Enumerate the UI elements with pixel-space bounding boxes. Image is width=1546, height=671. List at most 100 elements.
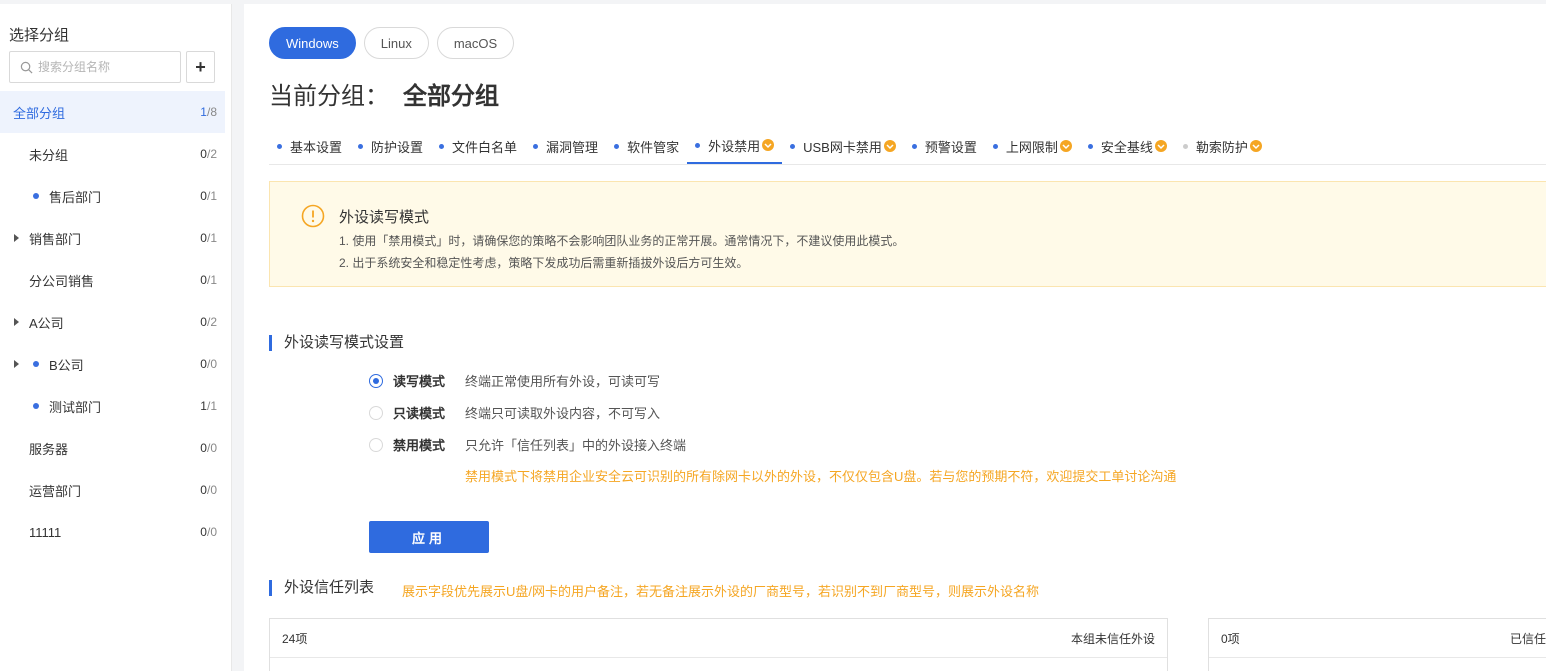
group-item[interactable]: 未分组 0/2 [0,133,225,175]
current-group-prefix: 当前分组： [269,83,389,110]
tab-peripheral-disable[interactable]: 外设禁用 [687,128,783,164]
group-count-b: /1 [206,399,217,413]
mode-option-disabled[interactable]: 禁用模式 只允许「信任列表」中的外设接入终端 [369,435,686,454]
expand-caret-icon[interactable] [14,318,19,326]
notice-box: 外设读写模式 1. 使用「禁用模式」时，请确保您的策略不会影响团队业务的正常开展… [269,181,1546,287]
vip-badge-icon [1059,140,1072,152]
status-dot-icon [439,143,445,149]
radio-read-only[interactable] [369,405,383,420]
group-label: 全部分组 [13,105,66,121]
os-tab-macos[interactable]: macOS [436,27,515,59]
trusted-count: 0项 [1221,631,1240,646]
apply-button[interactable]: 应用 [369,521,489,553]
group-label: 销售部门 [29,231,82,247]
tab-label: 外设禁用 [708,138,761,154]
group-item[interactable]: 11111 0/0 [0,511,225,553]
untrusted-label: 本组未信任外设 [1070,631,1155,646]
expand-caret-icon[interactable] [14,360,19,368]
group-count-b: /1 [206,273,217,287]
group-count: 1/1 [200,399,217,413]
page-title: 当前分组： 全部分组 [269,76,499,111]
tab-ransomware-protection[interactable]: 勒索防护 [1175,128,1270,164]
status-dot-icon [911,143,917,149]
notice-line: 2. 出于系统安全和稳定性考虑，策略下发成功后需重新插拔外设后方可生效。 [339,256,749,270]
group-label: 测试部门 [49,399,102,415]
notice-line: 1. 使用「禁用模式」时，请确保您的策略不会影响团队业务的正常开展。通常情况下，… [339,234,905,248]
tab-basic-settings[interactable]: 基本设置 [269,128,350,164]
group-item[interactable]: A公司 0/2 [0,301,225,343]
group-item[interactable]: 售后部门 0/1 [0,175,225,217]
os-tabs: Windows Linux macOS [269,27,522,59]
vip-badge-icon [883,140,896,152]
group-count: 0/0 [200,441,217,455]
status-dot-icon [992,143,998,149]
status-dot-icon [1182,143,1188,149]
untrusted-devices-panel: 24项 本组未信任外设 [269,618,1168,671]
group-count-a: 0 [200,357,207,371]
tab-label: 预警设置 [924,139,977,155]
mode-name: 只读模式 [393,406,446,421]
tab-security-baseline[interactable]: 安全基线 [1080,128,1175,164]
group-item[interactable]: B公司 0/0 [0,343,225,385]
mode-option-read-write[interactable]: 读写模式 终端正常使用所有外设，可读可写 [369,371,660,390]
mode-section-title: 外设读写模式设置 [269,335,404,351]
tab-internet-limit[interactable]: 上网限制 [985,128,1080,164]
group-label: 11111 [29,524,62,540]
group-count: 0/1 [200,189,217,203]
group-count-a: 0 [200,189,207,203]
group-count: 0/1 [200,273,217,287]
policy-tabs: 基本设置 防护设置 文件白名单 漏洞管理 软件管家 外设禁用 USB网卡禁用 预… [269,128,1546,165]
status-dot-icon [533,143,539,149]
radio-read-write[interactable] [369,373,383,388]
tab-label: 文件白名单 [452,139,518,155]
status-dot-icon [358,143,364,149]
status-dot-icon [277,143,282,149]
tab-software-manager[interactable]: 软件管家 [606,128,687,164]
group-search-input[interactable] [38,60,178,74]
panel-header: 0项 已信任 [1209,619,1546,658]
tab-label: 安全基线 [1100,139,1153,155]
sidebar-title: 选择分组 [9,27,70,44]
group-count-b: /0 [206,441,217,455]
trusted-label: 已信任 [1509,631,1546,646]
group-item[interactable]: 销售部门 0/1 [0,217,225,259]
add-group-button[interactable]: + [186,51,215,83]
group-count: 0/2 [200,315,217,329]
os-tab-windows[interactable]: Windows [269,27,356,59]
tab-label: 基本设置 [290,139,343,155]
trusted-devices-panel: 0项 已信任 [1208,618,1546,671]
group-count: 0/2 [200,147,217,161]
group-item[interactable]: 运营部门 0/0 [0,469,225,511]
tab-protection-settings[interactable]: 防护设置 [350,128,431,164]
tab-vulnerability[interactable]: 漏洞管理 [525,128,606,164]
group-label: 售后部门 [49,189,102,205]
tab-label: 上网限制 [1005,139,1058,155]
group-count-b: /2 [206,315,217,329]
tab-usb-nic-disable[interactable]: USB网卡禁用 [782,128,904,164]
tab-alert-settings[interactable]: 预警设置 [904,128,985,164]
tab-label: 漏洞管理 [546,139,599,155]
trust-section-hint: 展示字段优先展示U盘/网卡的用户备注，若无备注展示外设的厂商型号，若识别不到厂商… [402,584,1040,599]
group-count: 0/1 [200,231,217,245]
group-count-b: /1 [206,189,217,203]
tab-label: 软件管家 [627,139,680,155]
os-tab-linux[interactable]: Linux [363,27,429,59]
group-count: 0/0 [200,483,217,497]
warning-icon [301,204,325,228]
current-group-name: 全部分组 [403,83,499,110]
group-count-a: 0 [200,441,207,455]
vip-badge-icon [1154,140,1167,152]
expand-caret-icon[interactable] [14,234,19,242]
group-item[interactable]: 分公司销售 0/1 [0,259,225,301]
radio-disabled[interactable] [369,437,383,452]
group-item-all[interactable]: 全部分组 1/8 [0,91,225,133]
policy-dot-icon [33,193,39,199]
group-item[interactable]: 测试部门 1/1 [0,385,225,427]
group-item[interactable]: 服务器 0/0 [0,427,225,469]
group-search-box[interactable] [9,51,181,83]
search-icon [20,61,33,73]
status-dot-icon [695,142,701,148]
group-count-b: /2 [206,147,217,161]
tab-file-whitelist[interactable]: 文件白名单 [431,128,525,164]
mode-option-read-only[interactable]: 只读模式 终端只可读取外设内容，不可写入 [369,403,660,422]
